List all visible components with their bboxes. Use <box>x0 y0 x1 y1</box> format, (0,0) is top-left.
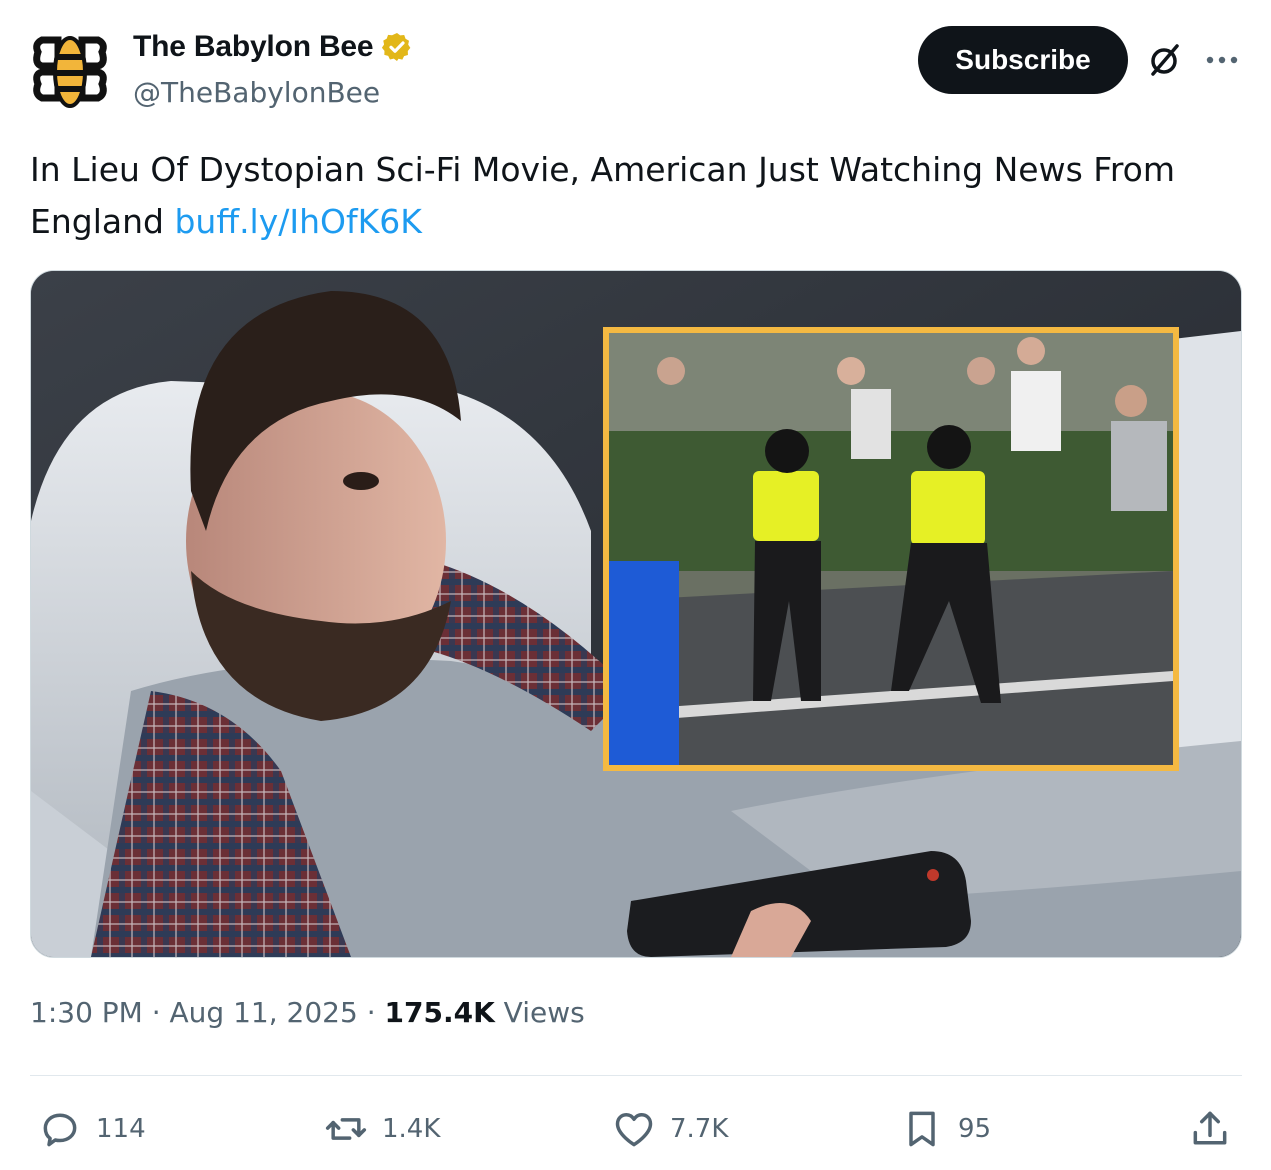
heart-icon <box>615 1112 653 1147</box>
meta-separator: · <box>357 996 385 1029</box>
bookmark-icon <box>909 1111 935 1147</box>
post-text: In Lieu Of Dystopian Sci-Fi Movie, Ameri… <box>30 144 1230 248</box>
views-label: Views <box>494 996 585 1029</box>
repost-button[interactable]: 1.4K <box>324 1104 440 1154</box>
meta-separator: · <box>142 996 170 1029</box>
post-meta: 1:30 PM · Aug 11, 2025 · 175.4K Views <box>30 996 585 1029</box>
account-handle[interactable]: @TheBabylonBee <box>133 76 380 109</box>
like-button[interactable]: 7.7K <box>612 1104 728 1154</box>
subscribe-button[interactable]: Subscribe <box>918 26 1128 94</box>
avatar[interactable] <box>30 30 110 110</box>
more-dots-icon <box>1206 56 1238 64</box>
post-link[interactable]: buff.ly/IhOfK6K <box>174 202 421 241</box>
repost-icon <box>325 1118 367 1140</box>
post-time[interactable]: 1:30 PM <box>30 996 143 1029</box>
views-count: 175.4K <box>384 996 495 1029</box>
account-name-row[interactable]: The Babylon Bee <box>133 30 413 64</box>
repost-count: 1.4K <box>382 1114 441 1144</box>
more-button[interactable] <box>1200 40 1244 80</box>
verified-badge-icon <box>382 33 411 61</box>
share-button[interactable] <box>1188 1104 1232 1154</box>
account-name[interactable]: The Babylon Bee <box>133 30 374 64</box>
post-date[interactable]: Aug 11, 2025 <box>170 996 358 1029</box>
divider <box>30 1075 1242 1076</box>
bookmark-count: 95 <box>958 1114 992 1144</box>
bookmark-button[interactable]: 95 <box>900 1104 991 1154</box>
reply-button[interactable]: 114 <box>38 1104 146 1154</box>
news-collage-image <box>31 271 1241 957</box>
like-count: 7.7K <box>670 1114 729 1144</box>
share-icon <box>1193 1111 1227 1145</box>
post-image[interactable] <box>30 270 1242 958</box>
bee-logo-icon <box>33 36 107 108</box>
reply-count: 114 <box>96 1114 146 1144</box>
grok-icon <box>1151 44 1179 76</box>
grok-button[interactable] <box>1144 40 1184 80</box>
reply-icon <box>43 1113 77 1147</box>
